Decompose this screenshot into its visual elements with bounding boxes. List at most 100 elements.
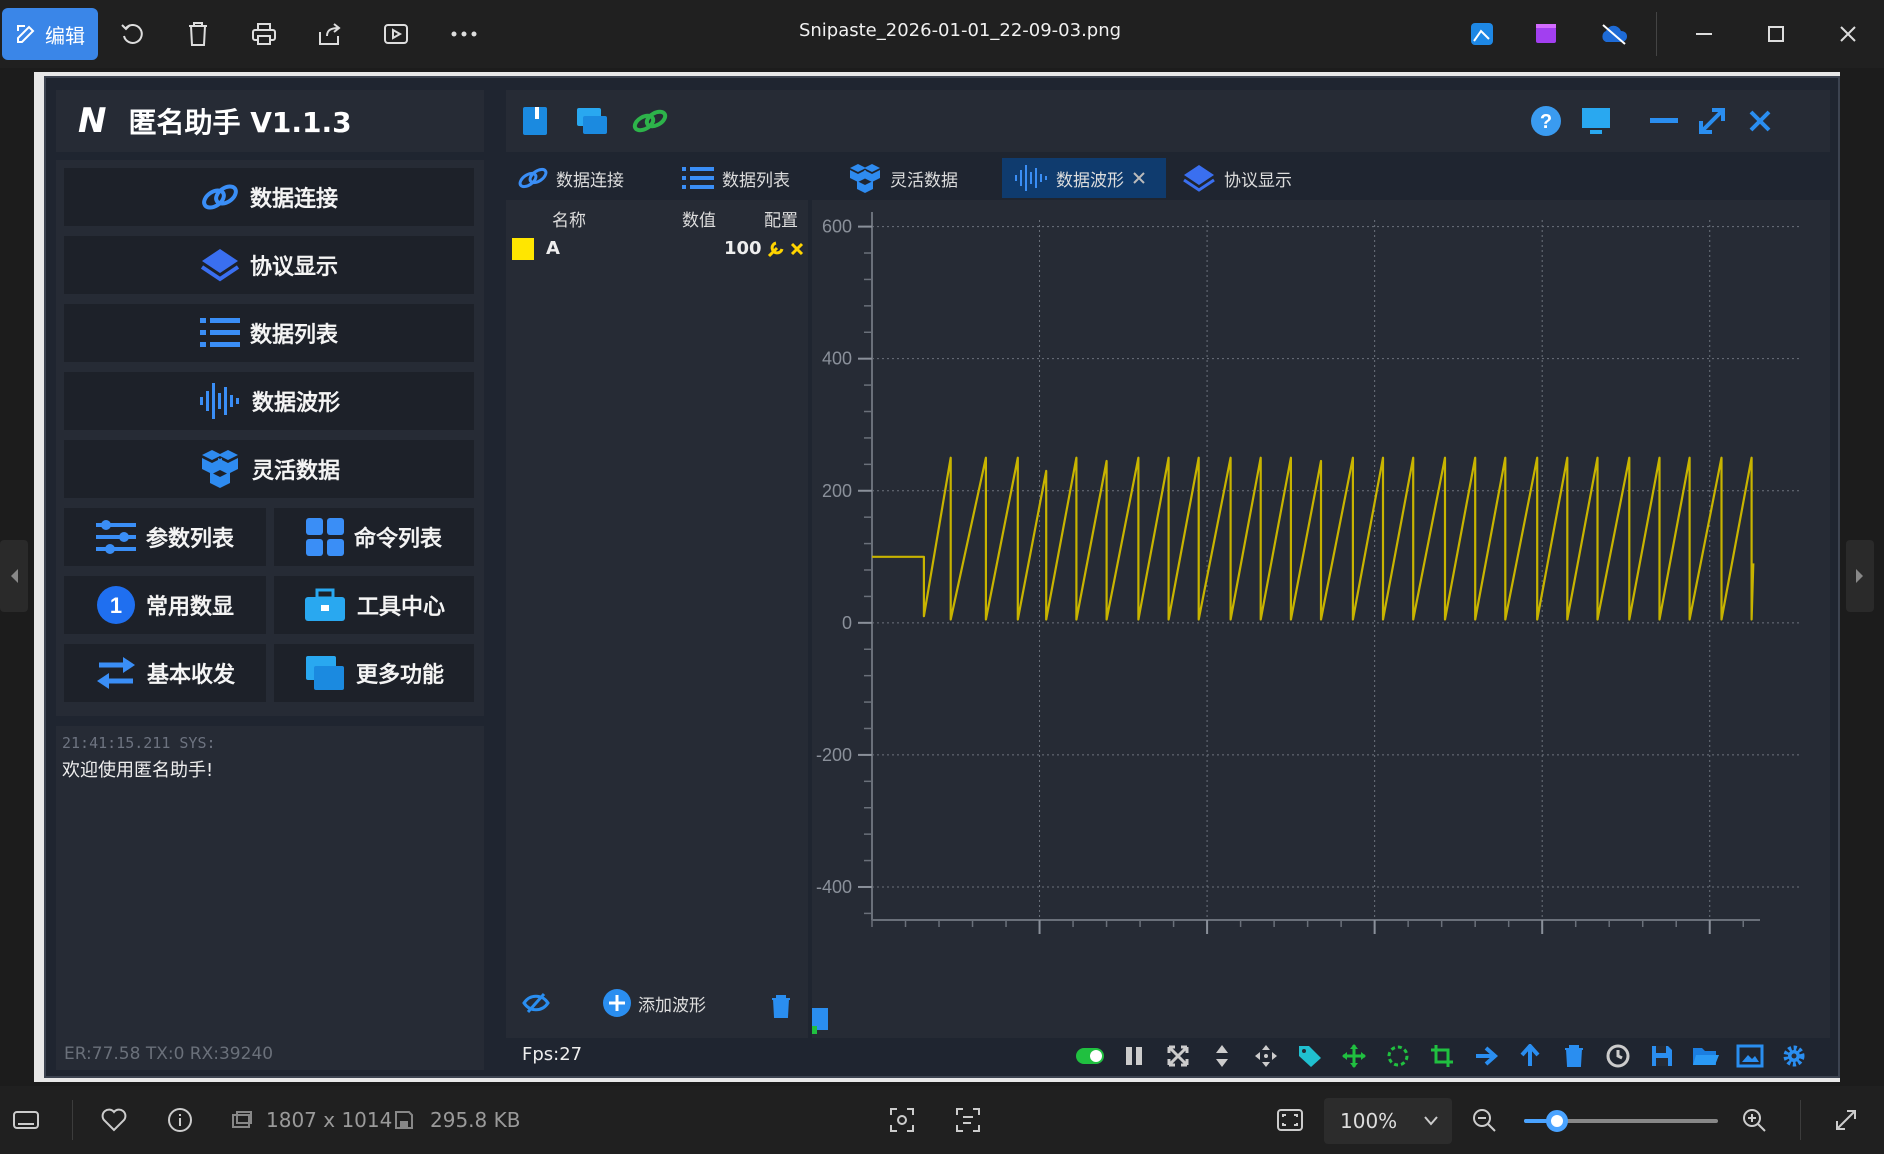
menu-label: 协议显示 bbox=[249, 255, 338, 280]
clear-icon[interactable] bbox=[1558, 1040, 1590, 1072]
tab-waveform[interactable]: 数据波形 bbox=[1002, 158, 1166, 198]
fit-to-window-icon[interactable] bbox=[1274, 1104, 1306, 1136]
app-header: N 匿名助手 V1.1.3 bbox=[56, 90, 484, 152]
remove-icon[interactable] bbox=[790, 242, 804, 256]
menu-label: 常用数显 bbox=[145, 595, 234, 620]
add-waveform-button[interactable]: 添加波形 bbox=[602, 988, 706, 1018]
number-one-icon: 1 bbox=[96, 586, 135, 624]
photo-viewer-window: 编辑 Snipaste_2026-01-01_22-09-03.png N 匿名… bbox=[0, 0, 1884, 1154]
list-item[interactable]: A 100 bbox=[512, 236, 804, 262]
previous-image-button[interactable] bbox=[0, 540, 28, 612]
zoom-out-icon[interactable] bbox=[1468, 1104, 1500, 1136]
zoom-in-icon[interactable] bbox=[1738, 1104, 1770, 1136]
arrow-up-icon[interactable] bbox=[1514, 1040, 1546, 1072]
menu-params-button[interactable]: 参数列表 bbox=[64, 508, 266, 566]
photo-editor-app-icon[interactable] bbox=[1466, 18, 1498, 50]
rotate-icon[interactable] bbox=[116, 18, 148, 50]
tag-icon[interactable] bbox=[1294, 1040, 1326, 1072]
book-icon[interactable] bbox=[516, 102, 556, 140]
wrench-icon[interactable] bbox=[766, 240, 784, 258]
menu-label: 命令列表 bbox=[353, 527, 442, 552]
tab-flex-data[interactable]: 灵活数据 bbox=[836, 158, 996, 198]
info-icon[interactable] bbox=[164, 1104, 196, 1136]
cloud-offline-icon[interactable] bbox=[1598, 18, 1630, 50]
series-color-swatch[interactable] bbox=[512, 238, 534, 260]
menu-flex-data-button[interactable]: 灵活数据 bbox=[64, 440, 474, 498]
clipchamp-app-icon[interactable] bbox=[1530, 18, 1562, 50]
delete-icon[interactable] bbox=[182, 18, 214, 50]
crop-icon[interactable] bbox=[1426, 1040, 1458, 1072]
file-size-icon bbox=[388, 1104, 420, 1136]
zoom-level-dropdown[interactable]: 100% bbox=[1324, 1098, 1452, 1144]
y-tick-label: 400 bbox=[822, 349, 852, 369]
filmstrip-icon[interactable] bbox=[10, 1104, 42, 1136]
waveform-chart[interactable]: 6004002000-200-400100200300400500 bbox=[812, 200, 1830, 960]
tab-label: 数据连接 bbox=[556, 170, 624, 191]
menu-data-connect-button[interactable]: 数据连接 bbox=[64, 168, 474, 226]
settings-gear-icon[interactable] bbox=[1778, 1040, 1810, 1072]
crosshair-icon[interactable] bbox=[1250, 1040, 1282, 1072]
tab-data-connect[interactable]: 数据连接 bbox=[506, 158, 666, 198]
clock-icon[interactable] bbox=[1602, 1040, 1634, 1072]
column-value-header: 数值 bbox=[682, 211, 716, 231]
next-image-button[interactable] bbox=[1846, 540, 1874, 612]
visibility-icon[interactable] bbox=[522, 992, 550, 1014]
help-icon[interactable]: ? bbox=[1526, 102, 1566, 140]
slideshow-icon[interactable] bbox=[380, 18, 412, 50]
toggle-on-icon[interactable] bbox=[1074, 1040, 1106, 1072]
monitor-icon[interactable] bbox=[1576, 102, 1616, 140]
tab-close-icon[interactable] bbox=[1132, 171, 1146, 185]
fullscreen-icon[interactable] bbox=[1830, 1104, 1862, 1136]
select-region-icon[interactable] bbox=[1382, 1040, 1414, 1072]
waveform-icon bbox=[199, 383, 239, 419]
system-log: 21:41:15.211 SYS: 欢迎使用匿名助手! ER:77.58 TX:… bbox=[56, 726, 484, 1070]
save-icon[interactable] bbox=[1646, 1040, 1678, 1072]
link-icon bbox=[202, 184, 238, 210]
app-title: 匿名助手 V1.1.3 bbox=[128, 106, 352, 139]
close-icon[interactable] bbox=[1828, 14, 1868, 54]
close-icon[interactable] bbox=[1740, 102, 1780, 140]
open-folder-icon[interactable] bbox=[1690, 1040, 1722, 1072]
extract-text-icon[interactable] bbox=[952, 1104, 984, 1136]
more-options-icon[interactable] bbox=[448, 18, 480, 50]
tab-data-list[interactable]: 数据列表 bbox=[670, 158, 830, 198]
vertical-resize-icon[interactable] bbox=[1206, 1040, 1238, 1072]
edit-label: 编辑 bbox=[45, 23, 85, 48]
sliders-icon bbox=[95, 520, 136, 554]
menu-waveform-button[interactable]: 数据波形 bbox=[64, 372, 474, 430]
menu-protocol-button[interactable]: 协议显示 bbox=[64, 236, 474, 294]
pause-icon[interactable] bbox=[1118, 1040, 1150, 1072]
tab-protocol[interactable]: 协议显示 bbox=[1170, 158, 1330, 198]
minimize-icon[interactable] bbox=[1684, 14, 1724, 54]
menu-tools-button[interactable]: 工具中心 bbox=[274, 576, 474, 634]
arrow-right-icon[interactable] bbox=[1470, 1040, 1502, 1072]
link-icon[interactable] bbox=[630, 102, 670, 140]
menu-more-button[interactable]: 更多功能 bbox=[274, 644, 474, 702]
move-icon[interactable] bbox=[1338, 1040, 1370, 1072]
file-title: Snipaste_2026-01-01_22-09-03.png bbox=[798, 20, 1122, 41]
zoom-slider-thumb[interactable] bbox=[1545, 1110, 1568, 1132]
favorite-heart-icon[interactable] bbox=[98, 1104, 130, 1136]
maximize-icon[interactable] bbox=[1756, 14, 1796, 54]
expand-icon[interactable] bbox=[1692, 102, 1732, 140]
screenshot-icon[interactable] bbox=[1734, 1040, 1766, 1072]
menu-label: 基本收发 bbox=[146, 663, 235, 688]
share-icon[interactable] bbox=[314, 18, 346, 50]
windows-icon[interactable] bbox=[572, 102, 612, 140]
list-icon bbox=[199, 318, 240, 347]
minimize-icon[interactable] bbox=[1644, 102, 1684, 140]
menu-commands-button[interactable]: 命令列表 bbox=[274, 508, 474, 566]
y-tick-label: 600 bbox=[822, 217, 852, 237]
fit-view-icon[interactable] bbox=[1162, 1040, 1194, 1072]
menu-label: 数据列表 bbox=[249, 323, 338, 348]
menu-basic-io-button[interactable]: 基本收发 bbox=[64, 644, 266, 702]
menu-label: 灵活数据 bbox=[251, 459, 340, 484]
grid-icon bbox=[305, 518, 344, 556]
print-icon[interactable] bbox=[248, 18, 280, 50]
edit-button[interactable]: 编辑 bbox=[2, 8, 98, 60]
delete-icon[interactable] bbox=[770, 994, 792, 1018]
visual-search-icon[interactable] bbox=[886, 1104, 918, 1136]
menu-data-list-button[interactable]: 数据列表 bbox=[64, 304, 474, 362]
add-icon bbox=[603, 989, 631, 1017]
menu-common-display-button[interactable]: 1 常用数显 bbox=[64, 576, 266, 634]
